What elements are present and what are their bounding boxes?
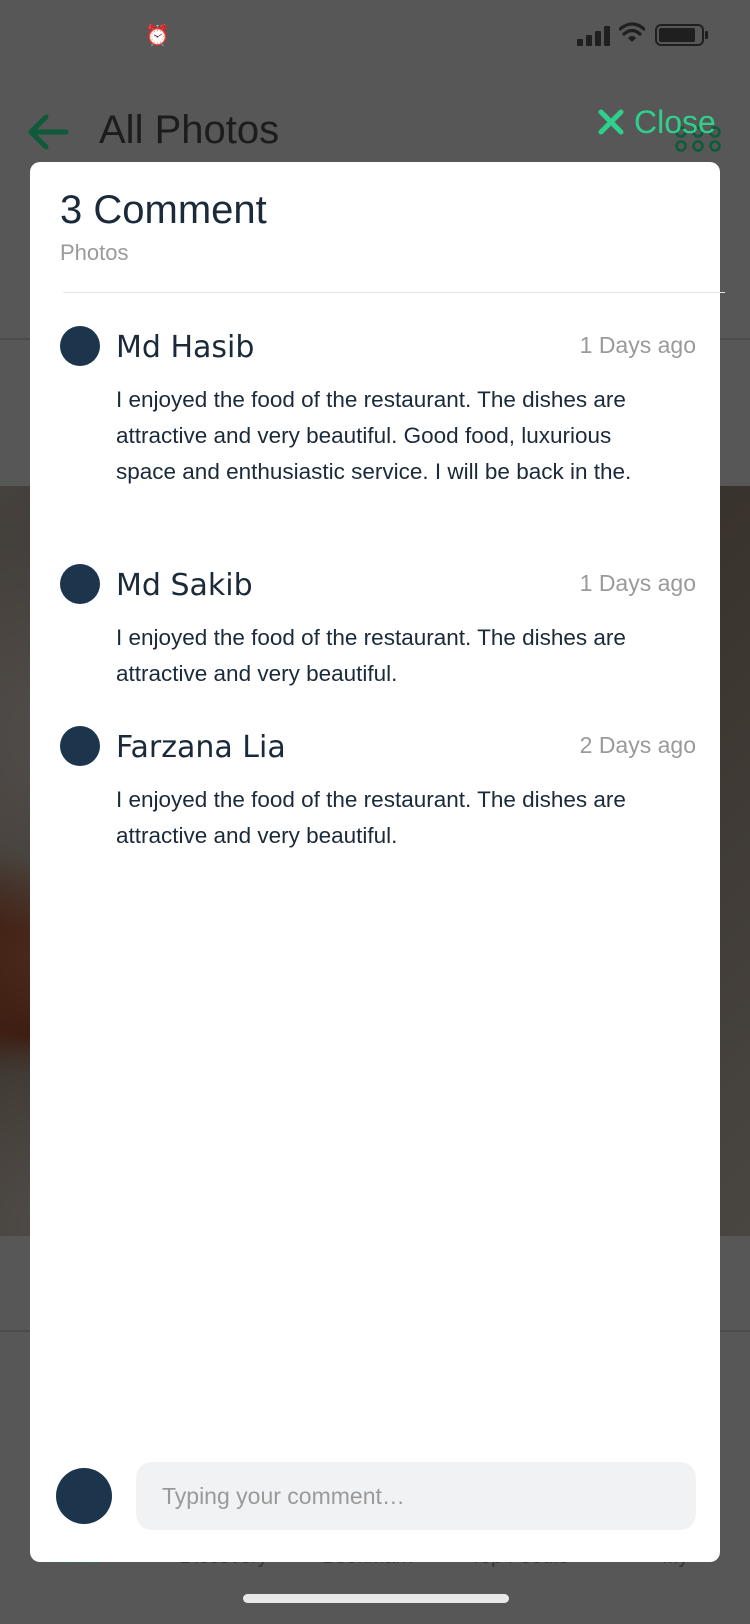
close-button[interactable]: Close [598,100,716,144]
comment-text: I enjoyed the food of the restaurant. Th… [116,387,632,484]
comment-item: Md Sakib 1 Days ago I enjoyed the food o… [60,564,696,694]
avatar[interactable] [60,726,100,766]
page-title: All Photos [99,108,280,152]
comments-modal: 3 Comment Photos Md Hasib 1 Days ago I e… [30,162,725,1562]
signal-icon [577,26,610,46]
comment-author[interactable]: Farzana Lia [116,730,286,765]
avatar[interactable] [60,326,100,366]
close-label: Close [634,103,716,140]
close-icon [598,109,624,135]
comment-time: 1 Days ago [579,570,696,596]
comment-time: 2 Days ago [579,732,696,758]
comment-item: Md Hasib 1 Days ago I enjoyed the food o… [60,326,696,526]
avatar [56,1468,112,1524]
comment-input[interactable] [136,1462,696,1530]
comment-item: Farzana Lia 2 Days ago I enjoyed the foo… [60,726,696,856]
alarm-icon: ⏰ [145,25,170,47]
modal-title: 3 Comment [60,188,267,232]
comment-author[interactable]: Md Sakib [116,568,253,603]
comment-time: 1 Days ago [579,332,696,358]
comment-author[interactable]: Md Hasib [116,330,254,365]
home-indicator[interactable] [243,1594,509,1603]
arrow-left-icon[interactable] [26,112,70,152]
comment-text: I enjoyed the food of the restaurant. Th… [116,625,626,686]
divider [63,292,725,293]
modal-subtitle: Photos [60,240,129,265]
battery-icon [655,24,708,46]
comment-text: I enjoyed the food of the restaurant. Th… [116,787,626,848]
wifi-icon [619,22,645,42]
avatar[interactable] [60,564,100,604]
